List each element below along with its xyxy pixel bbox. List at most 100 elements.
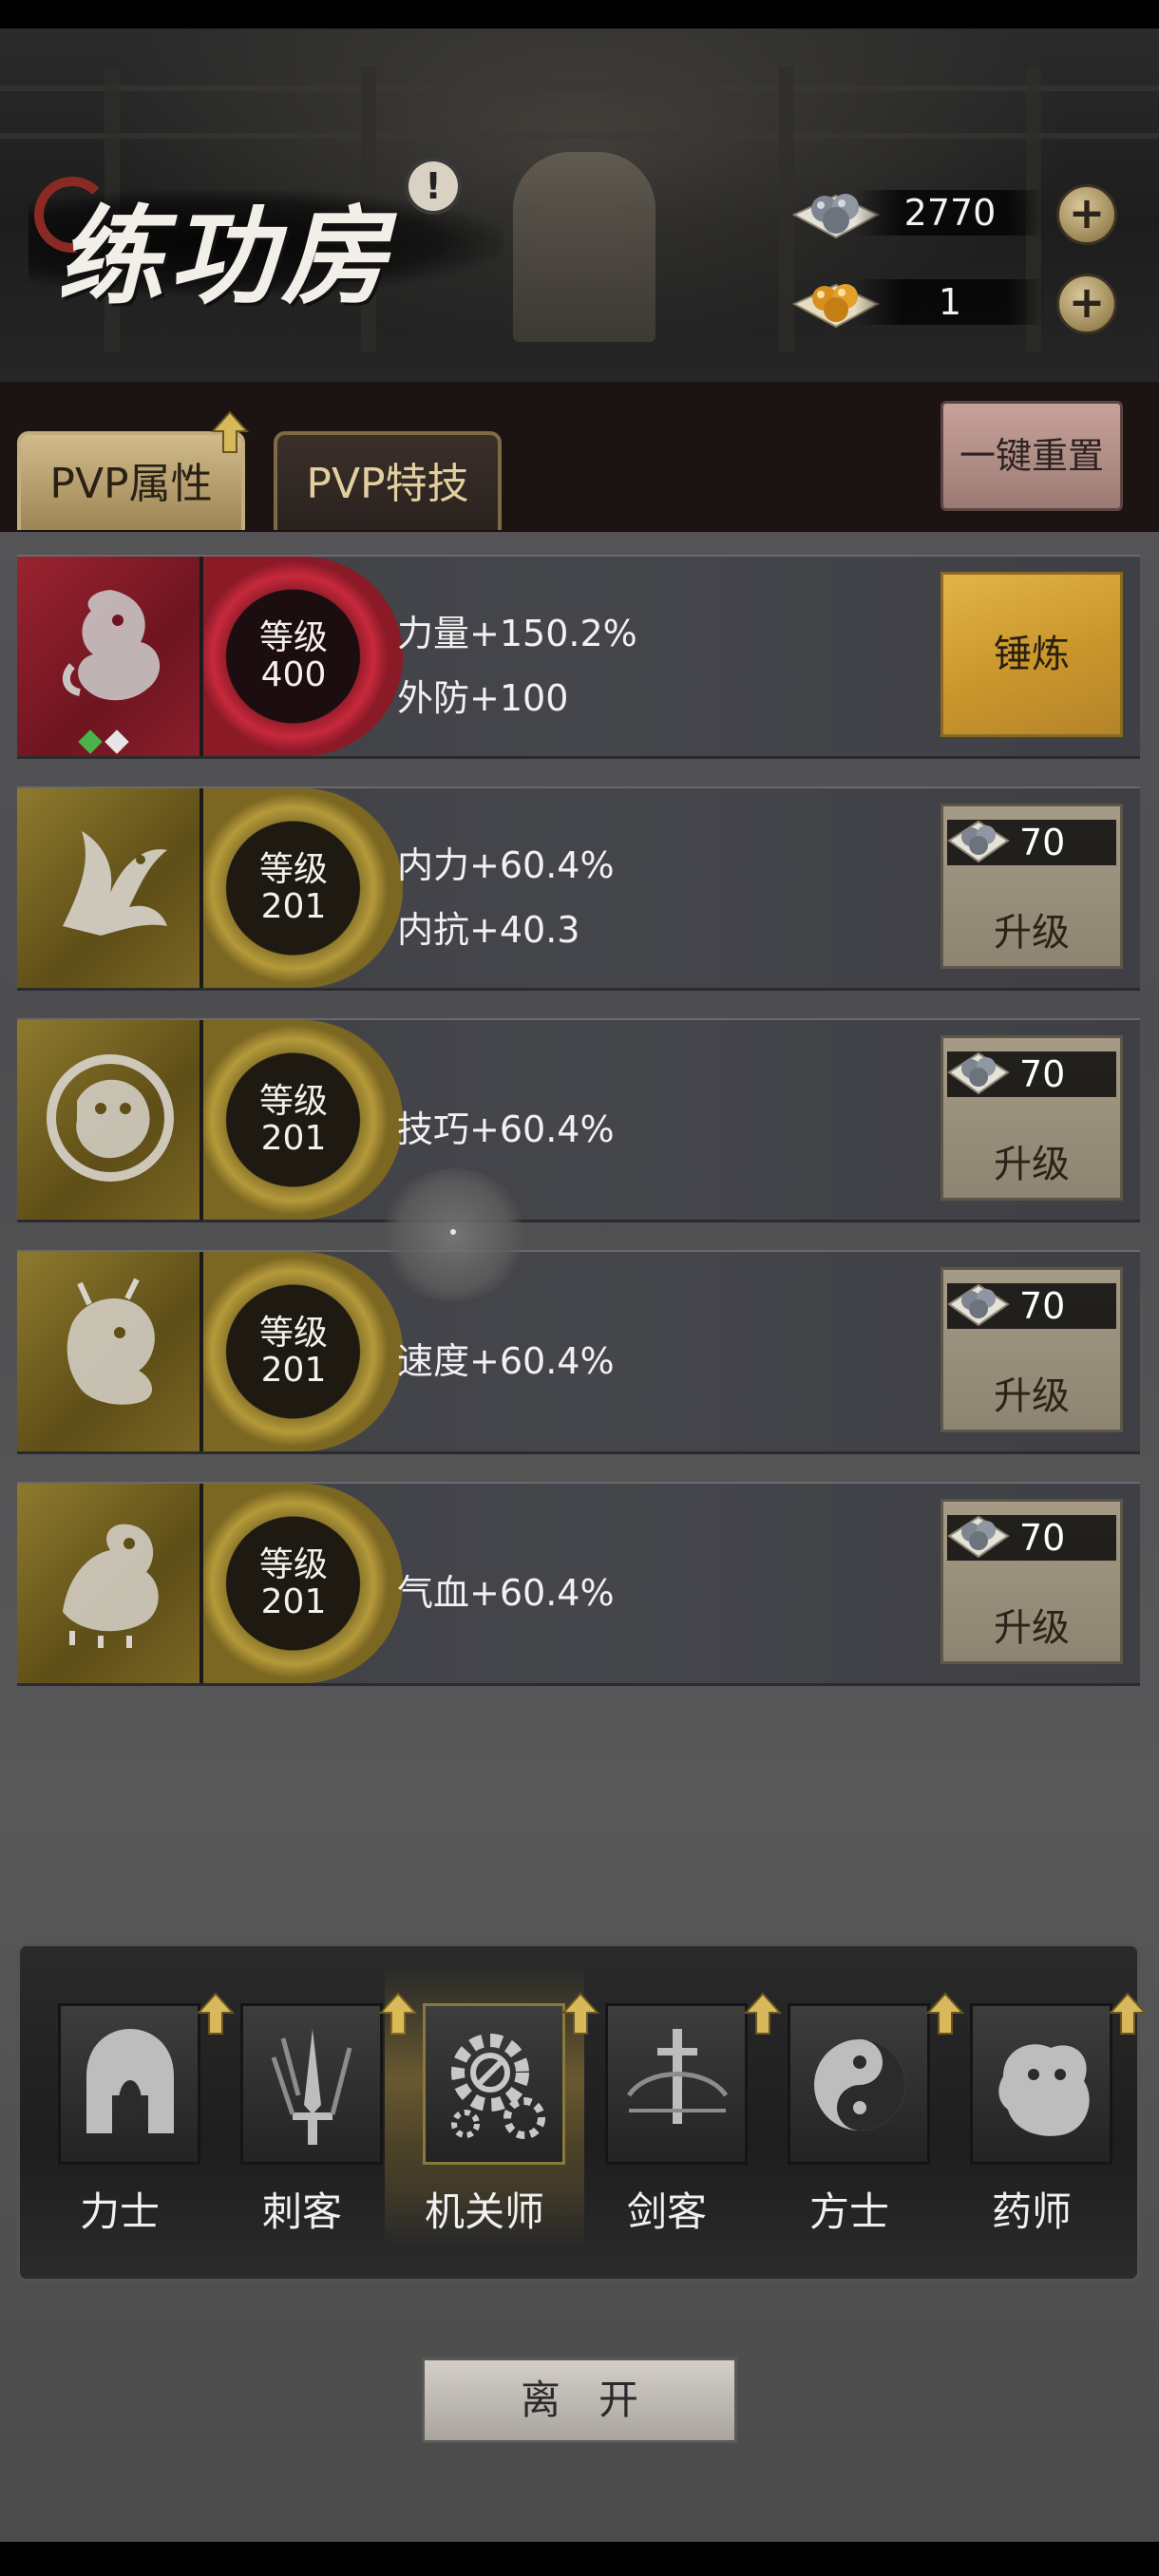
silver-ball-icon (947, 1051, 1010, 1095)
level-label: 等级 (258, 1082, 328, 1121)
class-fangshi[interactable]: 方士 (769, 1992, 964, 2235)
stat-line: 技巧+60.4% (397, 1108, 615, 1150)
class-icon-frame (788, 2003, 930, 2165)
emblem-panel (17, 788, 203, 988)
upgrade-button[interactable]: 70 升级 (940, 804, 1123, 969)
currency-silver: 2770 + (788, 179, 1130, 247)
class-label: 刺客 (261, 2188, 342, 2235)
level-value: 201 (260, 1582, 327, 1621)
upgrade-label: 升级 (994, 1606, 1070, 1650)
sword-icon (626, 2029, 729, 2124)
silver-ball-icon (947, 1283, 1010, 1327)
touch-ripple (380, 1168, 527, 1301)
class-icon-frame (970, 2003, 1112, 2165)
class-icon-frame (58, 2003, 200, 2165)
add-silver-button[interactable]: + (1056, 184, 1117, 245)
stat-line: 速度+60.4% (397, 1340, 615, 1382)
upgrade-label: 升级 (994, 1143, 1070, 1186)
tiger-icon (47, 1054, 174, 1182)
class-jiguanshi[interactable]: 机关师 (385, 1965, 599, 2246)
stat-line: 力量+150.2% (397, 613, 637, 654)
attribute-row: 等级 201 速度+60.4% 70 升级 (17, 1252, 1140, 1451)
upgrade-label: 升级 (994, 911, 1070, 955)
attribute-row: 等级 201 技巧+60.4% 70 升级 (17, 1020, 1140, 1220)
level-badge: 等级 201 (203, 788, 403, 988)
stat-line: 内力+60.4% (397, 844, 615, 886)
level-value: 201 (260, 1119, 327, 1158)
class-jianke[interactable]: 剑客 (586, 1992, 782, 2235)
emblem-panel (17, 1484, 203, 1683)
class-label: 方士 (808, 2188, 889, 2235)
upgrade-arrow-icon (1109, 1992, 1147, 2035)
silver-ball-icon (947, 1515, 1010, 1559)
emblem-panel (17, 1020, 203, 1220)
reset-all-button[interactable]: 一键重置 (940, 401, 1123, 511)
currency-gold: 1 + (788, 268, 1130, 336)
add-gold-button[interactable]: + (1056, 274, 1117, 334)
class-icon-frame (240, 2003, 383, 2165)
class-icon-frame (605, 2003, 748, 2165)
claw-dagger-icon (271, 2029, 352, 2145)
upgrade-button[interactable]: 70 升级 (940, 1267, 1123, 1432)
info-icon[interactable]: ! (408, 161, 458, 211)
tab-row: PVP属性 PVP特技 一键重置 (0, 382, 1159, 532)
level-value: 201 (260, 1351, 327, 1390)
class-cike[interactable]: 刺客 (221, 1992, 417, 2235)
level-label: 等级 (258, 618, 328, 657)
upgrade-button[interactable]: 70 升级 (940, 1499, 1123, 1664)
forge-button[interactable]: 锤炼 (940, 572, 1123, 737)
upgrade-cost: 70 (1019, 1285, 1066, 1327)
level-value: 400 (260, 655, 327, 694)
screen: 练功房 ! 2770 + 1 + PVP属性 PVP特技 一键重置 等级 400… (0, 0, 1159, 2576)
level-value: 201 (260, 887, 327, 926)
pixiu-icon (63, 1524, 159, 1648)
upgrade-cost: 70 (1019, 1517, 1066, 1559)
header-beam (0, 133, 1159, 139)
emblem-panel (17, 557, 203, 756)
touch-dot (450, 1229, 456, 1235)
level-badge: 等级 400 (203, 557, 403, 756)
navigation-bar (0, 2542, 1159, 2576)
page-title: 练功房 (57, 195, 393, 319)
stele-backdrop (513, 152, 656, 342)
level-label: 等级 (258, 850, 328, 889)
class-lishi[interactable]: 力士 (39, 1992, 235, 2235)
upgrade-cost: 70 (1019, 822, 1066, 863)
class-icon-frame (423, 2003, 565, 2165)
gem-slots (78, 729, 135, 754)
gem-green (78, 729, 103, 754)
upgrade-cost: 70 (1019, 1053, 1066, 1095)
stat-line: 气血+60.4% (397, 1572, 615, 1614)
helmet-icon (86, 2029, 174, 2133)
level-label: 等级 (258, 1314, 328, 1353)
header-beam (0, 85, 1159, 91)
level-badge: 等级 201 (203, 1484, 403, 1683)
silver-ball-icon (947, 820, 1010, 863)
class-label: 药师 (991, 2188, 1072, 2235)
attribute-row: 等级 201 气血+60.4% 70 升级 (17, 1484, 1140, 1683)
qilin-icon (66, 1278, 155, 1405)
gem-white (104, 729, 129, 754)
attribute-row: 等级 201 内力+60.4% 内抗+40.3 70 升级 (17, 788, 1140, 988)
class-yaoshi[interactable]: 药师 (951, 1992, 1147, 2235)
stat-line: 外防+100 (397, 677, 569, 719)
upgrade-arrow-icon (211, 410, 249, 453)
level-label: 等级 (258, 1545, 328, 1584)
class-label: 剑客 (626, 2188, 707, 2235)
gold-amount: 1 (938, 281, 962, 323)
tab-pvp-skills[interactable]: PVP特技 (274, 431, 502, 530)
phoenix-icon (63, 831, 167, 936)
level-badge: 等级 201 (203, 1020, 403, 1220)
leave-button[interactable]: 离开 (422, 2358, 737, 2443)
silver-amount: 2770 (903, 192, 997, 234)
dragon-icon (62, 590, 161, 701)
attribute-row: 等级 400 力量+150.2% 外防+100 锤炼 (17, 557, 1140, 756)
status-bar (0, 0, 1159, 28)
gourd-beast-icon (998, 2044, 1090, 2136)
class-label: 力士 (79, 2188, 160, 2235)
emblem-panel (17, 1252, 203, 1451)
gear-icon (451, 2034, 545, 2139)
upgrade-button[interactable]: 70 升级 (940, 1035, 1123, 1201)
yin-yang-icon (814, 2039, 905, 2131)
class-selector: 力士 刺客 机关师 剑客 方士 药师 (17, 1943, 1147, 2282)
